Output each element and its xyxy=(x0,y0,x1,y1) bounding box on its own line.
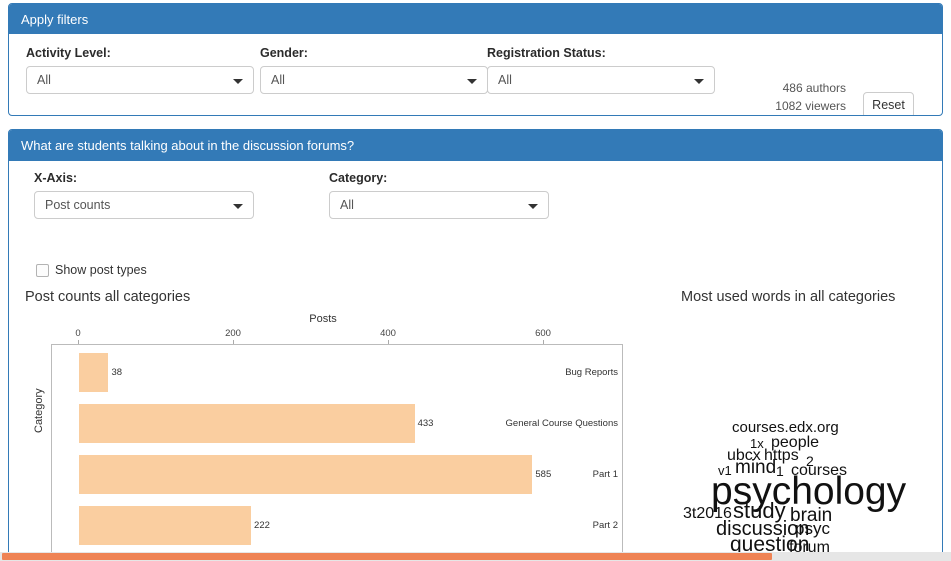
show-post-types-row[interactable]: Show post types xyxy=(36,261,147,279)
bar-category-label: General Course Questions xyxy=(505,417,618,429)
category-label: Category: xyxy=(329,171,388,185)
word-cloud-title: Most used words in all categories xyxy=(681,289,896,305)
bar-category-label: Bug Reports xyxy=(565,366,618,378)
show-post-types-label: Show post types xyxy=(55,263,147,277)
chevron-down-icon xyxy=(467,79,477,84)
horizontal-scrollbar-thumb[interactable] xyxy=(2,553,772,560)
horizontal-scrollbar-track[interactable] xyxy=(0,552,951,561)
x-axis-value: Post counts xyxy=(45,198,111,212)
gender-value: All xyxy=(271,73,285,87)
counts-block: 486 authors 1082 viewers xyxy=(751,79,846,115)
chevron-down-icon xyxy=(694,79,704,84)
bar-category-label: Part 1 xyxy=(592,468,618,480)
reset-button[interactable]: Reset xyxy=(863,92,914,115)
chevron-down-icon xyxy=(233,204,243,209)
x-axis-label: X-Axis: xyxy=(34,171,78,185)
registration-status-value: All xyxy=(498,73,512,87)
bar[interactable] xyxy=(79,455,533,494)
post-counts-bar-chart: Posts Category 0 200 400 600 38 Bug Reports 4… xyxy=(23,313,633,558)
apply-filters-panel-body: Activity Level: All Gender: All Registra… xyxy=(9,34,942,115)
registration-status-label: Registration Status: xyxy=(487,46,606,60)
registration-status-select[interactable]: All xyxy=(487,66,715,94)
activity-level-field-group: Activity Level: All xyxy=(26,46,254,94)
bar[interactable] xyxy=(79,404,415,443)
word-cloud: courses.edx.org 1x people ubcx https v1 mind 1 2… xyxy=(654,316,934,558)
activity-level-label: Activity Level: xyxy=(26,46,111,60)
gender-label: Gender: xyxy=(260,46,308,60)
x-tick-label: 200 xyxy=(225,328,241,339)
bar-value-label: 38 xyxy=(111,366,123,378)
viewers-count: 1082 viewers xyxy=(775,99,846,113)
x-tick-label: 0 xyxy=(75,328,81,339)
category-select[interactable]: All xyxy=(329,191,549,219)
bar-value-label: 433 xyxy=(417,417,434,429)
bar[interactable] xyxy=(79,506,252,545)
x-axis-select[interactable]: Post counts xyxy=(34,191,254,219)
gender-select[interactable]: All xyxy=(260,66,488,94)
bar-chart-plot-area: 38 Bug Reports 433 General Course Questions… xyxy=(51,344,623,558)
gender-field-group: Gender: All xyxy=(260,46,488,94)
registration-status-field-group: Registration Status: All xyxy=(487,46,715,94)
x-axis-field-group: X-Axis: Post counts xyxy=(34,171,254,219)
show-post-types-checkbox[interactable] xyxy=(36,263,49,277)
apply-filters-panel-title: Apply filters xyxy=(9,4,942,34)
discussion-forums-panel: What are students talking about in the d… xyxy=(8,129,943,559)
x-axis-title: Posts xyxy=(309,313,337,325)
chevron-down-icon xyxy=(528,204,538,209)
y-axis-title: Category xyxy=(33,388,45,433)
chevron-down-icon xyxy=(233,79,243,84)
activity-level-value: All xyxy=(37,73,51,87)
activity-level-select[interactable]: All xyxy=(26,66,254,94)
apply-filters-panel: Apply filters Activity Level: All Gender… xyxy=(8,3,943,116)
category-value: All xyxy=(340,198,354,212)
discussion-forums-panel-title: What are students talking about in the d… xyxy=(9,130,942,161)
category-field-group: Category: All xyxy=(329,171,549,219)
bar-value-label: 585 xyxy=(535,468,552,480)
x-tick-label: 600 xyxy=(535,328,551,339)
authors-count: 486 authors xyxy=(782,81,846,95)
bar[interactable] xyxy=(79,353,109,392)
bar-category-label: Part 2 xyxy=(592,519,618,531)
x-tick-label: 400 xyxy=(380,328,396,339)
bar-value-label: 222 xyxy=(254,519,270,531)
word-cloud-word[interactable]: courses.edx.org xyxy=(732,420,839,435)
bar-chart-title: Post counts all categories xyxy=(25,289,191,305)
